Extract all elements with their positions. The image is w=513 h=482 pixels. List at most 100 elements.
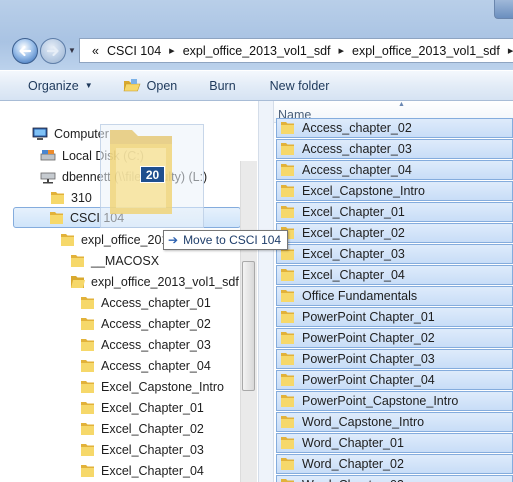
file-list-item[interactable]: Excel_Capstone_Intro [276, 181, 513, 201]
file-list-item[interactable]: Word_Chapter_02 [276, 454, 513, 474]
tree-item-subfolder[interactable]: Excel_Capstone_Intro [80, 376, 224, 397]
drag-tooltip-text: Move to CSCI 104 [183, 233, 282, 247]
pane-splitter[interactable] [258, 101, 274, 482]
folder-icon [81, 317, 94, 330]
folder-icon [281, 479, 294, 482]
folder-icon [81, 443, 94, 456]
tree-item-subfolder[interactable]: Access_chapter_01 [80, 292, 211, 313]
tree-label-subfolder: Access_chapter_03 [101, 337, 211, 352]
folder-icon [281, 353, 294, 365]
file-list-item[interactable]: PowerPoint Chapter_03 [276, 349, 513, 369]
file-list-item[interactable]: Word_Chapter_03 [276, 475, 513, 482]
open-button[interactable]: Open [123, 74, 178, 98]
tree-label-subfolder: Excel_Chapter_02 [101, 421, 204, 436]
forward-button[interactable] [40, 38, 66, 64]
sort-ascending-icon: ▲ [398, 101, 405, 108]
computer-icon [32, 127, 48, 140]
file-list-item[interactable]: PowerPoint Chapter_04 [276, 370, 513, 390]
organize-button[interactable]: Organize ▼ [28, 74, 93, 98]
tree-item-subfolder[interactable]: Access_chapter_04 [80, 355, 211, 376]
folder-icon [81, 422, 94, 435]
network-drive-icon [40, 172, 56, 183]
file-list-pane[interactable]: ▲ Name Access_chapter_02 Access_chapter_0… [274, 101, 513, 482]
tree-label-subfolder: Access_chapter_02 [101, 316, 211, 331]
file-list-item[interactable]: Office Fundamentals [276, 286, 513, 306]
file-name: PowerPoint Chapter_04 [302, 373, 435, 387]
folder-icon [281, 311, 294, 323]
file-list-item[interactable]: Excel_Chapter_01 [276, 202, 513, 222]
folder-icon [281, 269, 294, 281]
file-list-item[interactable]: Word_Capstone_Intro [276, 412, 513, 432]
breadcrumb-expl-office-1[interactable]: expl_office_2013_vol1_sdf [183, 44, 331, 58]
tree-item-subfolder[interactable]: Access_chapter_03 [80, 334, 211, 355]
file-name: Word_Chapter_02 [302, 457, 404, 471]
close-window-button[interactable] [494, 0, 513, 19]
folder-icon [281, 164, 294, 176]
folder-icon [281, 374, 294, 386]
breadcrumb-separator-icon[interactable]: ▸ [508, 44, 513, 57]
folder-icon [51, 191, 64, 204]
file-list-item[interactable]: PowerPoint_Capstone_Intro [276, 391, 513, 411]
folder-icon [281, 206, 294, 218]
file-list-item[interactable]: PowerPoint Chapter_01 [276, 307, 513, 327]
folder-icon [281, 416, 294, 428]
tree-item-subfolder[interactable]: Excel_Chapter_04 [80, 460, 204, 481]
file-name: Excel_Capstone_Intro [302, 184, 425, 198]
folder-icon [281, 122, 294, 134]
burn-button[interactable]: Burn [209, 74, 235, 98]
drag-count-badge: 20 [140, 166, 165, 183]
file-name: Excel_Chapter_01 [302, 205, 405, 219]
folder-icon [281, 437, 294, 449]
tree-item-subfolder[interactable]: Access_chapter_02 [80, 313, 211, 334]
file-list-item[interactable]: Access_chapter_02 [276, 118, 513, 138]
new-folder-button[interactable]: New folder [270, 74, 330, 98]
nav-scrollbar-thumb[interactable] [242, 261, 255, 391]
file-list-item[interactable]: Excel_Chapter_04 [276, 265, 513, 285]
file-list-item[interactable]: Excel_Chapter_02 [276, 223, 513, 243]
file-name: Access_chapter_03 [302, 142, 412, 156]
file-name: Excel_Chapter_02 [302, 226, 405, 240]
open-folder-icon [71, 275, 85, 288]
command-toolbar: Organize ▼ Open Burn New folder [0, 70, 513, 101]
tree-item-subfolder[interactable]: Excel_Chapter_03 [80, 439, 204, 460]
recent-pages-dropdown[interactable]: ▼ [68, 46, 76, 55]
drag-tooltip: ➔ Move to CSCI 104 [163, 230, 289, 250]
breadcrumb-separator-icon[interactable]: ▸ [169, 44, 175, 57]
back-button[interactable] [12, 38, 38, 64]
open-folder-icon [123, 78, 141, 91]
file-name: Excel_Chapter_04 [302, 268, 405, 282]
tree-item-expl-office[interactable]: expl_office_2013_vol1_sdf [70, 271, 239, 292]
file-list-item[interactable]: Word_Chapter_01 [276, 433, 513, 453]
file-list-item[interactable]: Excel_Chapter_03 [276, 244, 513, 264]
tree-label-macosx: __MACOSX [91, 253, 160, 268]
address-overflow[interactable]: « [92, 44, 99, 58]
address-bar[interactable]: « CSCI 104 ▸ expl_office_2013_vol1_sdf ▸… [79, 38, 513, 63]
breadcrumb-csci104[interactable]: CSCI 104 [107, 44, 161, 58]
tree-item-subfolder[interactable]: Excel_Chapter_01 [80, 397, 204, 418]
folder-icon [281, 185, 294, 197]
folder-icon [281, 458, 294, 470]
move-arrow-icon: ➔ [168, 233, 179, 247]
file-list-item[interactable]: Access_chapter_03 [276, 139, 513, 159]
file-list-item[interactable]: PowerPoint Chapter_02 [276, 328, 513, 348]
folder-icon [81, 359, 94, 372]
folder-icon [81, 338, 94, 351]
breadcrumb-separator-icon[interactable]: ▸ [339, 44, 345, 57]
file-name: Access_chapter_04 [302, 163, 412, 177]
tree-item-macosx[interactable]: __MACOSX [70, 250, 159, 271]
file-list-item[interactable]: Access_chapter_04 [276, 160, 513, 180]
back-arrow-icon [19, 45, 32, 57]
tree-label-subfolder: Access_chapter_01 [101, 295, 211, 310]
drive-icon [40, 149, 56, 160]
tree-item-310[interactable]: 310 [50, 187, 92, 208]
tree-label-subfolder: Excel_Capstone_Intro [101, 379, 224, 394]
tree-item-subfolder[interactable]: Excel_Chapter_02 [80, 418, 204, 439]
file-name: Access_chapter_02 [302, 121, 412, 135]
folder-icon [81, 464, 94, 477]
breadcrumb-expl-office-2[interactable]: expl_office_2013_vol1_sdf [352, 44, 500, 58]
folder-icon [50, 211, 63, 224]
tree-item-computer[interactable]: Computer [32, 123, 109, 144]
tree-item-expl-office-parent[interactable]: expl_office_2013 [60, 229, 175, 250]
open-label: Open [146, 78, 178, 93]
folder-icon [71, 254, 84, 267]
